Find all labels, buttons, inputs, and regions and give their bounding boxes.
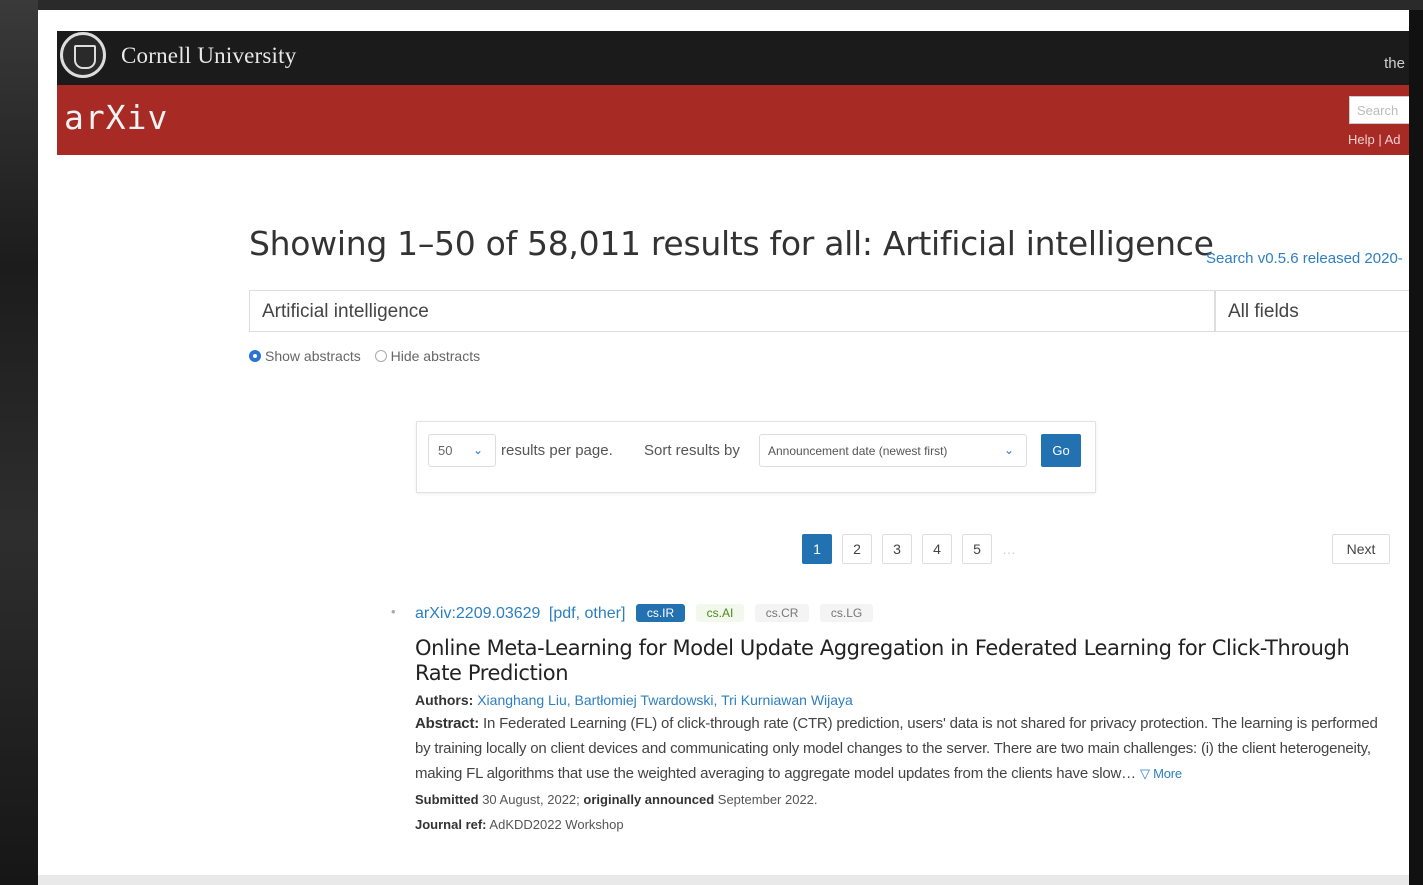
header-search-input[interactable]: Search (1349, 96, 1409, 124)
page-link-5[interactable]: 5 (962, 534, 992, 564)
submitted-label: Submitted (415, 792, 479, 807)
category-tag[interactable]: cs.LG (819, 604, 874, 622)
result-id-line: arXiv:2209.03629 [pdf, other] cs.IR cs.A… (415, 604, 1395, 626)
result-pdf-other-links[interactable]: [pdf, other] (549, 605, 626, 622)
show-abstracts-label: Show abstracts (265, 348, 361, 364)
cornell-banner-right-text[interactable]: the (1384, 55, 1405, 72)
page-title: Showing 1–50 of 58,011 results for all: … (249, 224, 1214, 263)
cornell-seal-icon[interactable] (60, 32, 106, 78)
result-journal-ref: Journal ref: AdKDD2022 Workshop (415, 813, 1395, 836)
category-tag[interactable]: cs.CR (754, 604, 810, 622)
category-tag[interactable]: cs.AI (695, 604, 745, 622)
search-version-link[interactable]: Search v0.5.6 released 2020- (1206, 250, 1403, 267)
pagination-ellipsis: … (1002, 541, 1016, 557)
search-query-input[interactable]: Artificial intelligence (249, 290, 1215, 332)
page-link-2[interactable]: 2 (842, 534, 872, 564)
abstract-toggle-group: Show abstracts Hide abstracts (249, 348, 490, 364)
page-link-1[interactable]: 1 (802, 534, 832, 564)
arxiv-header: arXiv Search Help | Ad (57, 85, 1409, 155)
background-left (0, 0, 38, 885)
arxiv-logo[interactable]: arXiv (64, 98, 168, 137)
sort-order-value: Announcement date (newest first) (768, 444, 948, 458)
abstract-text: In Federated Learning (FL) of click-thro… (415, 715, 1378, 782)
radio-selected-icon[interactable] (249, 350, 261, 362)
author-link[interactable]: Xianghang Liu, (477, 692, 570, 708)
page-link-4[interactable]: 4 (922, 534, 952, 564)
next-page-button[interactable]: Next (1332, 534, 1390, 564)
go-button[interactable]: Go (1041, 434, 1081, 467)
sort-results-label: Sort results by (644, 442, 740, 459)
results-options-box: 50 ⌄ results per page. Sort results by A… (416, 421, 1096, 493)
page-link-3[interactable]: 3 (882, 534, 912, 564)
abstract-label: Abstract: (415, 715, 480, 732)
background-top (38, 0, 1423, 10)
hide-abstracts-label: Hide abstracts (390, 348, 481, 364)
authors-label: Authors: (415, 692, 474, 708)
author-link[interactable]: Bartłomiej Twardowski, (575, 692, 718, 708)
page-bottom-edge (38, 875, 1409, 885)
browser-page: Cornell University the arXiv Search Help… (38, 10, 1409, 875)
header-help-links[interactable]: Help | Ad (1348, 132, 1401, 147)
cornell-name[interactable]: Cornell University (121, 43, 296, 69)
background-right (1409, 10, 1423, 885)
results-size-select[interactable]: 50 ⌄ (428, 434, 496, 467)
journal-ref-label: Journal ref: (415, 817, 487, 832)
announced-date: September 2022. (717, 792, 818, 807)
sort-order-select[interactable]: Announcement date (newest first) ⌄ (759, 434, 1027, 467)
search-field-select[interactable]: All fields (1215, 290, 1409, 332)
search-result-item: • arXiv:2209.03629 [pdf, other] cs.IR cs… (391, 604, 1395, 836)
results-size-value: 50 (438, 443, 453, 458)
hide-abstracts-option[interactable]: Hide abstracts (374, 348, 481, 364)
results-per-page-label: results per page. (501, 442, 613, 459)
category-tag[interactable]: cs.IR (635, 604, 686, 622)
show-abstracts-option[interactable]: Show abstracts (249, 348, 365, 364)
pagination: 1 2 3 4 5 … (802, 534, 1016, 564)
result-authors: Authors: Xianghang Liu, Bartłomiej Tward… (415, 692, 1395, 708)
chevron-down-icon: ⌄ (472, 443, 483, 457)
result-submitted: Submitted 30 August, 2022; originally an… (415, 788, 1395, 811)
abstract-more-link[interactable]: ▽ More (1140, 766, 1182, 781)
journal-ref-value: AdKDD2022 Workshop (489, 817, 624, 832)
submitted-date: 30 August, 2022; (482, 792, 580, 807)
result-arxiv-id-link[interactable]: arXiv:2209.03629 (415, 605, 540, 622)
result-title: Online Meta-Learning for Model Update Ag… (415, 636, 1350, 685)
result-bullet: • (391, 604, 396, 619)
radio-unselected-icon[interactable] (374, 350, 387, 362)
announced-label: originally announced (583, 792, 715, 807)
chevron-down-icon: ⌄ (1003, 443, 1014, 457)
cornell-banner: Cornell University the (57, 31, 1409, 85)
result-abstract: Abstract: In Federated Learning (FL) of … (415, 711, 1395, 786)
author-link[interactable]: Tri Kurniawan Wijaya (721, 692, 853, 708)
